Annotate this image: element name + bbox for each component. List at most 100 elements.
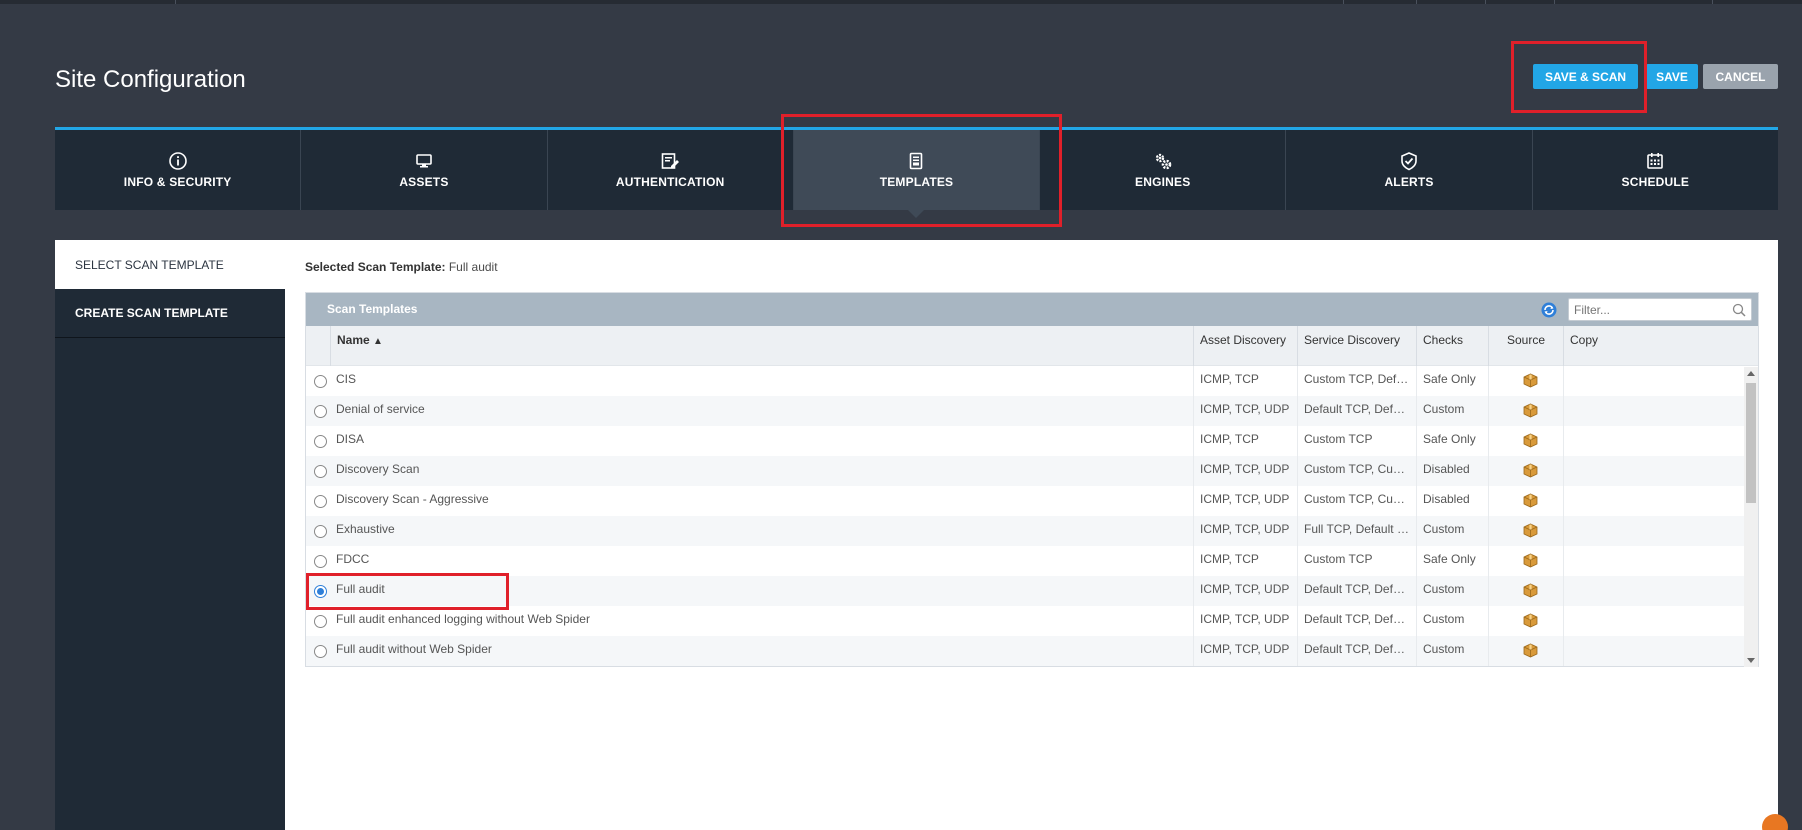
top-strip-divider <box>1485 0 1486 4</box>
cell-copy[interactable] <box>1563 636 1623 666</box>
template-radio[interactable] <box>314 585 327 598</box>
scroll-thumb[interactable] <box>1746 383 1756 503</box>
table-row[interactable]: Full audit ICMP, TCP, UDP Default TCP, Def… <box>306 576 1758 606</box>
cell-name: Full audit <box>336 582 385 596</box>
cell-asset-discovery: ICMP, TCP, UDP <box>1193 606 1297 636</box>
nav-create-scan-template[interactable]: CREATE SCAN TEMPLATE <box>55 289 285 338</box>
col-header-name[interactable]: Name ▲ <box>330 326 1193 366</box>
cell-asset-discovery: ICMP, TCP, UDP <box>1193 516 1297 546</box>
cell-source <box>1488 366 1563 396</box>
help-badge[interactable] <box>1762 814 1788 830</box>
col-header-service-discovery[interactable]: Service Discovery <box>1297 326 1416 366</box>
cell-service-discovery: Custom TCP, Custom UDP <box>1297 456 1416 486</box>
tab-templates[interactable]: TEMPLATES <box>793 130 1041 218</box>
cell-checks: Safe Only <box>1416 426 1488 456</box>
cell-asset-discovery: ICMP, TCP <box>1193 426 1297 456</box>
shield-check-icon <box>1401 152 1417 171</box>
cell-copy[interactable] <box>1563 576 1623 606</box>
tab-engines[interactable]: ENGINES <box>1040 130 1287 210</box>
cell-copy[interactable] <box>1563 456 1623 486</box>
col-header-copy[interactable]: Copy <box>1563 326 1623 366</box>
template-radio[interactable] <box>314 615 327 628</box>
tab-authentication[interactable]: AUTHENTICATION <box>548 130 794 210</box>
cell-asset-discovery: ICMP, TCP <box>1193 366 1297 396</box>
table-row[interactable]: Denial of service ICMP, TCP, UDP Default T… <box>306 396 1758 426</box>
cell-copy[interactable] <box>1563 546 1623 576</box>
info-icon <box>168 152 187 170</box>
cell-copy[interactable] <box>1563 366 1623 396</box>
package-icon <box>1523 373 1538 388</box>
cell-copy[interactable] <box>1563 486 1623 516</box>
cancel-button[interactable]: CANCEL <box>1703 64 1778 89</box>
cell-service-discovery: Custom TCP, Custom UDP <box>1297 486 1416 516</box>
cell-service-discovery: Default TCP, Default UDP <box>1297 606 1416 636</box>
cell-service-discovery: Default TCP, Default UDP <box>1297 636 1416 666</box>
cell-asset-discovery: ICMP, TCP, UDP <box>1193 636 1297 666</box>
cell-asset-discovery: ICMP, TCP, UDP <box>1193 456 1297 486</box>
template-radio[interactable] <box>314 525 327 538</box>
top-strip <box>0 0 1802 4</box>
cell-name: Denial of service <box>336 402 425 416</box>
package-icon <box>1523 523 1538 538</box>
tab-schedule[interactable]: SCHEDULE <box>1533 130 1778 210</box>
grid-header: Scan Templates <box>306 293 1758 326</box>
cell-service-discovery: Default TCP, Default UDP <box>1297 396 1416 426</box>
table-row[interactable]: DISA ICMP, TCP Custom TCP Safe Only <box>306 426 1758 456</box>
cell-checks: Custom <box>1416 576 1488 606</box>
cell-checks: Custom <box>1416 636 1488 666</box>
template-radio[interactable] <box>314 555 327 568</box>
table-row[interactable]: Exhaustive ICMP, TCP, UDP Full TCP, Defaul… <box>306 516 1758 546</box>
grid-scrollbar[interactable] <box>1744 367 1758 667</box>
cell-copy[interactable] <box>1563 426 1623 456</box>
col-header-checks[interactable]: Checks <box>1416 326 1488 366</box>
template-radio[interactable] <box>314 435 327 448</box>
tab-info-security[interactable]: INFO & SECURITY <box>55 130 302 210</box>
top-strip-divider <box>1416 0 1417 4</box>
table-row[interactable]: Full audit enhanced logging without Web … <box>306 606 1758 636</box>
scroll-up-icon[interactable] <box>1747 371 1755 376</box>
tab-assets[interactable]: ASSETS <box>301 130 548 210</box>
cell-checks: Disabled <box>1416 486 1488 516</box>
package-icon <box>1523 433 1538 448</box>
template-radio[interactable] <box>314 495 327 508</box>
col-header-asset-discovery[interactable]: Asset Discovery <box>1193 326 1297 366</box>
save-and-scan-button[interactable]: SAVE & SCAN <box>1533 64 1638 89</box>
tab-alerts[interactable]: ALERTS <box>1286 130 1533 210</box>
table-row[interactable]: Discovery Scan ICMP, TCP, UDP Custom TCP, … <box>306 456 1758 486</box>
cell-name: FDCC <box>336 552 370 566</box>
cell-asset-discovery: ICMP, TCP, UDP <box>1193 486 1297 516</box>
col-header-source[interactable]: Source <box>1488 326 1563 366</box>
scroll-down-icon[interactable] <box>1747 658 1755 663</box>
cell-source <box>1488 396 1563 426</box>
cell-copy[interactable] <box>1563 516 1623 546</box>
package-icon <box>1523 643 1538 658</box>
cell-checks: Safe Only <box>1416 546 1488 576</box>
col-header-name-label: Name <box>337 333 370 347</box>
table-row[interactable]: CIS ICMP, TCPCustom TCP, Default UDPSafe … <box>306 366 1758 396</box>
save-button[interactable]: SAVE <box>1646 64 1698 89</box>
column-headers: Name ▲ Asset Discovery Service Discovery… <box>306 326 1758 366</box>
template-radio[interactable] <box>314 375 327 388</box>
filter-input[interactable] <box>1568 298 1752 321</box>
selected-template-value: Full audit <box>448 260 498 274</box>
package-icon <box>1523 583 1538 598</box>
cell-copy[interactable] <box>1563 396 1623 426</box>
nav-select-scan-template[interactable]: SELECT SCAN TEMPLATE <box>55 240 285 289</box>
edit-form-icon <box>661 153 680 169</box>
template-radio[interactable] <box>314 645 327 658</box>
cell-source <box>1488 606 1563 636</box>
cell-copy[interactable] <box>1563 606 1623 636</box>
table-row[interactable]: Discovery Scan - Aggressive ICMP, TCP, UD… <box>306 486 1758 516</box>
table-row[interactable]: Full audit without Web Spider ICMP, TCP, … <box>306 636 1758 666</box>
gears-icon <box>1155 153 1172 170</box>
template-radio[interactable] <box>314 465 327 478</box>
monitor-icon <box>416 154 432 168</box>
cell-source <box>1488 486 1563 516</box>
template-radio[interactable] <box>314 405 327 418</box>
top-strip-divider <box>1712 0 1713 4</box>
refresh-icon[interactable] <box>1540 301 1558 319</box>
cell-service-discovery: Custom TCP <box>1297 546 1416 576</box>
table-row[interactable]: FDCC ICMP, TCP Custom TCP Safe Only <box>306 546 1758 576</box>
cell-asset-discovery: ICMP, TCP, UDP <box>1193 396 1297 426</box>
package-icon <box>1523 553 1538 568</box>
